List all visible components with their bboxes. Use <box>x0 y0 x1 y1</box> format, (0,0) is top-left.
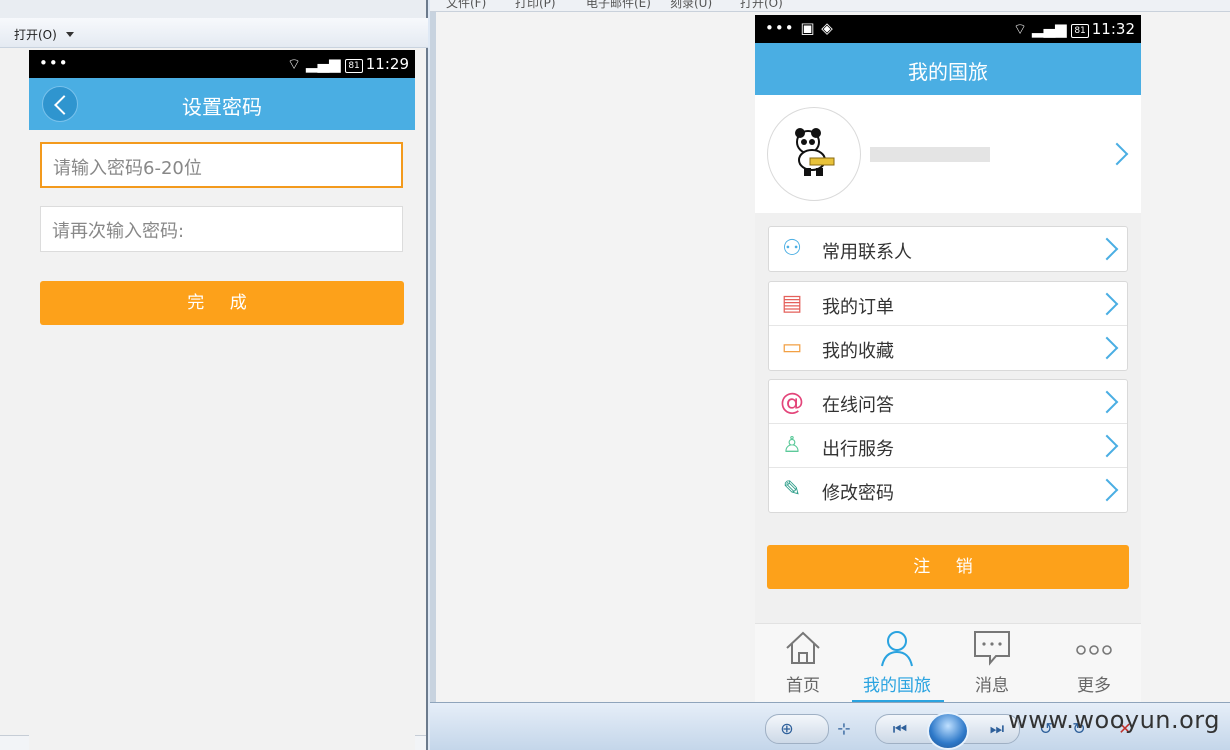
shield-icon: ◈ <box>821 19 834 37</box>
avatar[interactable] <box>767 107 861 201</box>
more-icon <box>1076 645 1112 655</box>
tab-label: 首页 <box>786 676 820 696</box>
battery-icon: 81 <box>1071 24 1089 38</box>
menu-item-label: 修改密码 <box>822 483 894 504</box>
watermark: www.wooyun.org <box>1008 706 1220 734</box>
chevron-right-icon <box>1095 390 1119 414</box>
menu-item-label: 出行服务 <box>822 439 894 460</box>
my-account-screen: ••• ▣ ◈ ⌔ ▂▄▆ 81 11:32 我的国旅 ⚇ 常用联系人 ▤ 我的… <box>755 15 1141 702</box>
window-border <box>430 12 436 702</box>
tab-label: 更多 <box>1077 676 1111 696</box>
signal-icon: ▂▄▆ <box>305 55 341 73</box>
menu-item-travel-service[interactable]: ♙ 出行服务 <box>769 424 1127 468</box>
chevron-right-icon <box>1095 336 1119 360</box>
menu-file[interactable]: 文件(F) <box>446 0 486 11</box>
page-title: 设置密码 <box>182 95 262 119</box>
notification-dots: ••• <box>765 19 795 37</box>
home-icon <box>786 631 820 664</box>
active-tab-indicator <box>852 700 944 702</box>
notification-dots: ••• <box>39 54 69 72</box>
confirm-password-input[interactable]: 请再次输入密码: <box>40 206 403 252</box>
image-icon: ▣ <box>800 19 816 37</box>
chevron-right-icon <box>1095 292 1119 316</box>
menu-item-label: 我的订单 <box>822 297 894 318</box>
wifi-icon: ⌔ <box>287 55 302 73</box>
menu-burn[interactable]: 刻录(U) <box>670 0 712 11</box>
folder-icon: ▭ <box>781 335 803 360</box>
nav-bar: 设置密码 <box>29 78 415 130</box>
bottom-tab-bar: 首页 我的国旅 消息 更多 <box>755 623 1141 702</box>
menu-item-orders[interactable]: ▤ 我的订单 <box>769 282 1127 326</box>
menu-email[interactable]: 电子邮件(E) <box>586 0 651 11</box>
menu-group-contacts: ⚇ 常用联系人 <box>768 226 1128 272</box>
tab-messages[interactable]: 消息 <box>944 624 1040 702</box>
profile-card[interactable] <box>755 95 1141 213</box>
status-left: ••• ▣ ◈ <box>765 19 834 37</box>
previous-icon[interactable]: ⏮ <box>885 719 915 739</box>
status-right: ⌔ ▂▄▆ 81 11:32 <box>1013 20 1135 39</box>
set-password-screen: ••• ⌔ ▂▄▆ 81 11:29 设置密码 请输入密码6-20位 请再次输入密… <box>29 50 415 750</box>
menu-open[interactable]: 打开(O) <box>740 0 783 11</box>
signal-icon: ▂▄▆ <box>1031 20 1067 38</box>
menu-item-contacts[interactable]: ⚇ 常用联系人 <box>769 227 1127 271</box>
chevron-right-icon <box>1095 478 1119 502</box>
menu-group-services: @ 在线问答 ♙ 出行服务 ✎ 修改密码 <box>768 379 1128 513</box>
open-menu-button[interactable]: 打开(O) <box>14 26 57 43</box>
tab-label: 消息 <box>975 676 1009 696</box>
menu-item-favorites[interactable]: ▭ 我的收藏 <box>769 326 1127 370</box>
logout-button[interactable]: 注 销 <box>767 545 1129 589</box>
done-button[interactable]: 完 成 <box>40 281 404 325</box>
user-icon: ♙ <box>782 433 802 458</box>
chevron-down-icon[interactable] <box>66 32 74 37</box>
tab-home[interactable]: 首页 <box>755 624 851 702</box>
clock: 11:29 <box>365 55 409 73</box>
menu-group-orders: ▤ 我的订单 ▭ 我的收藏 <box>768 281 1128 371</box>
tab-label: 我的国旅 <box>863 676 931 696</box>
battery-icon: 81 <box>345 59 363 73</box>
person-icon <box>881 631 913 667</box>
username-blurred <box>870 147 990 162</box>
wifi-icon: ⌔ <box>1013 20 1028 38</box>
status-bar: ••• ⌔ ▂▄▆ 81 11:29 <box>29 50 415 78</box>
edit-icon: ✎ <box>782 477 802 502</box>
viewer-toolbar: 打开(O) <box>0 18 428 48</box>
menu-item-label: 我的收藏 <box>822 341 894 362</box>
menu-print[interactable]: 打印(P) <box>515 0 556 11</box>
order-icon: ▤ <box>781 291 803 316</box>
clock: 11:32 <box>1091 20 1135 38</box>
viewer-menu-strip: 文件(F) 打印(P) 电子邮件(E) 刻录(U) 打开(O) <box>430 0 1230 12</box>
chevron-right-icon <box>1095 434 1119 458</box>
tab-my-account[interactable]: 我的国旅 <box>849 624 945 702</box>
status-bar: ••• ▣ ◈ ⌔ ▂▄▆ 81 11:32 <box>755 15 1141 43</box>
fit-window-icon[interactable]: ⊹ <box>829 719 859 738</box>
chevron-right-icon[interactable] <box>1105 142 1129 166</box>
password-input[interactable]: 请输入密码6-20位 <box>40 142 403 188</box>
message-icon <box>974 631 1010 666</box>
menu-item-label: 在线问答 <box>822 395 894 416</box>
menu-item-change-password[interactable]: ✎ 修改密码 <box>769 468 1127 512</box>
slideshow-button[interactable] <box>927 712 969 750</box>
chevron-right-icon <box>1095 237 1119 261</box>
tab-more[interactable]: 更多 <box>1046 624 1141 702</box>
contacts-icon: ⚇ <box>782 236 802 261</box>
zoom-icon[interactable]: ⊕ <box>772 719 802 738</box>
menu-item-label: 常用联系人 <box>822 242 912 263</box>
status-right: ⌔ ▂▄▆ 81 11:29 <box>287 55 409 74</box>
at-icon: @ <box>780 388 804 416</box>
panda-avatar-icon <box>795 128 835 176</box>
page-title: 我的国旅 <box>755 43 1141 95</box>
menu-item-online-qa[interactable]: @ 在线问答 <box>769 380 1127 424</box>
